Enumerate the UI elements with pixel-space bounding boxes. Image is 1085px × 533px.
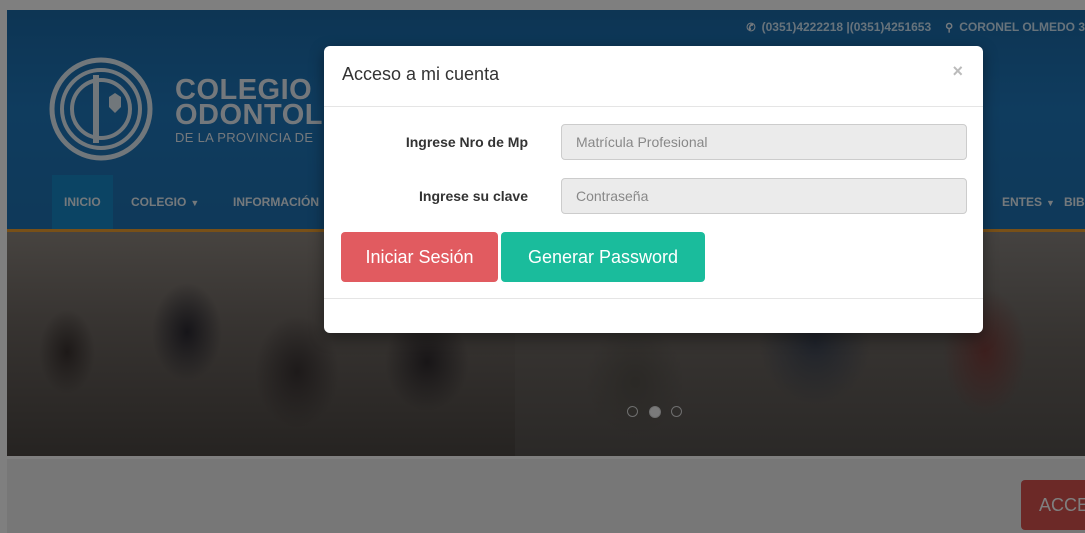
login-modal: Acceso a mi cuenta × Ingrese Nro de Mp I… (324, 46, 983, 333)
password-input[interactable] (561, 178, 967, 214)
page: ✆(0351)4222218 |(0351)4251653⚲CORONEL OL… (0, 0, 1085, 533)
login-button[interactable]: Iniciar Sesión (341, 232, 498, 282)
generate-password-button[interactable]: Generar Password (501, 232, 705, 282)
close-icon[interactable]: × (952, 61, 963, 82)
mp-label: Ingrese Nro de Mp (405, 134, 528, 150)
modal-footer-divider (324, 298, 983, 299)
modal-title: Acceso a mi cuenta (342, 64, 500, 84)
password-label: Ingrese su clave (419, 188, 528, 204)
modal-header: Acceso a mi cuenta × (324, 46, 983, 107)
mp-input[interactable] (561, 124, 967, 160)
